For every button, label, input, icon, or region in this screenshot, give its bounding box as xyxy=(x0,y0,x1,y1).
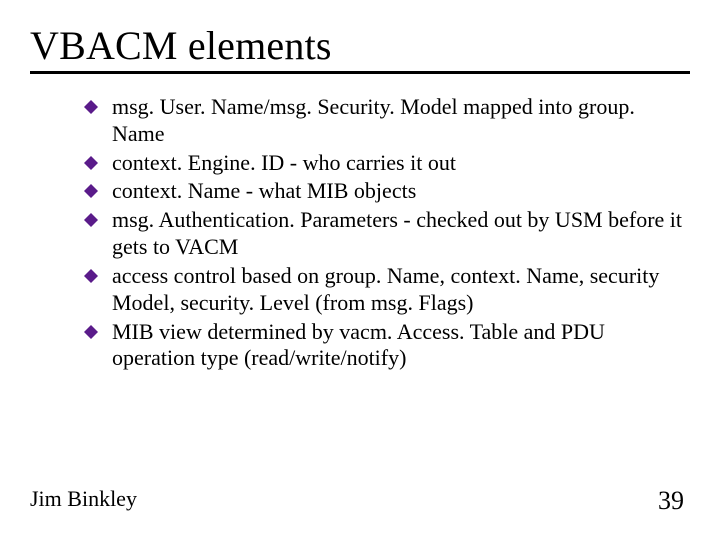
diamond-bullet-icon xyxy=(84,100,98,114)
diamond-bullet-icon xyxy=(84,325,98,339)
slide: VBACM elements msg. User. Name/msg. Secu… xyxy=(0,0,720,540)
diamond-bullet-icon xyxy=(84,213,98,227)
bullet-text: context. Name - what MIB objects xyxy=(112,178,416,203)
bullet-text: context. Engine. ID - who carries it out xyxy=(112,150,456,175)
list-item: access control based on group. Name, con… xyxy=(84,263,690,317)
footer-author: Jim Binkley xyxy=(30,486,137,512)
diamond-bullet-icon xyxy=(84,156,98,170)
page-number: 39 xyxy=(658,486,684,516)
list-item: MIB view determined by vacm. Access. Tab… xyxy=(84,319,690,373)
list-item: context. Engine. ID - who carries it out xyxy=(84,150,690,177)
diamond-bullet-icon xyxy=(84,269,98,283)
list-item: msg. User. Name/msg. Security. Model map… xyxy=(84,94,690,148)
list-item: msg. Authentication. Parameters - checke… xyxy=(84,207,690,261)
bullet-text: msg. Authentication. Parameters - checke… xyxy=(112,207,682,259)
slide-title: VBACM elements xyxy=(30,22,690,74)
bullet-text: msg. User. Name/msg. Security. Model map… xyxy=(112,94,635,146)
bullet-text: access control based on group. Name, con… xyxy=(112,263,659,315)
bullet-text: MIB view determined by vacm. Access. Tab… xyxy=(112,319,605,371)
diamond-bullet-icon xyxy=(84,184,98,198)
list-item: context. Name - what MIB objects xyxy=(84,178,690,205)
bullet-list: msg. User. Name/msg. Security. Model map… xyxy=(84,94,690,372)
